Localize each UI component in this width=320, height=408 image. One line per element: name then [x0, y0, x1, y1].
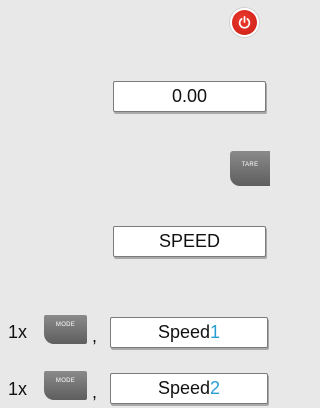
- tare-key[interactable]: TARE: [230, 151, 270, 186]
- mode-key[interactable]: MODE: [44, 315, 87, 344]
- press-count: 1x: [8, 322, 28, 342]
- mode-display: SPEED: [113, 226, 266, 257]
- power-button[interactable]: [229, 7, 260, 38]
- power-icon: [232, 10, 257, 35]
- speed-2-display: Speed2: [110, 373, 268, 404]
- speed-number: 2: [210, 378, 221, 398]
- press-count: 1x: [8, 379, 28, 399]
- separator: ,: [92, 326, 98, 346]
- speed-number: 1: [210, 322, 221, 342]
- speed-label: Speed: [157, 322, 211, 342]
- speed-label: Speed: [157, 378, 211, 398]
- separator: ,: [92, 382, 98, 402]
- mode-key[interactable]: MODE: [44, 371, 87, 400]
- speed-1-display: Speed1: [110, 317, 268, 348]
- weight-display: 0.00: [113, 81, 266, 112]
